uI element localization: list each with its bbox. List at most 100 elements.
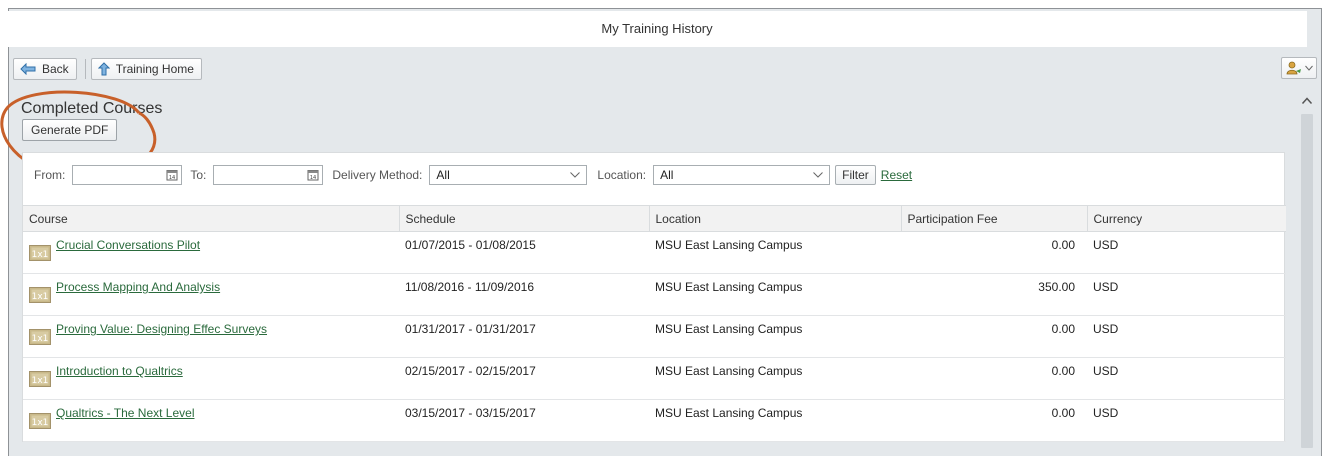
delivery-method-value: All	[436, 168, 450, 182]
course-1x1-icon: 1x1	[29, 413, 51, 429]
table-row: 1x1 Process Mapping And Analysis 11/08/201…	[23, 273, 1286, 316]
currency-text: USD	[1093, 406, 1119, 420]
back-arrow-icon	[20, 63, 36, 75]
filter-button[interactable]: Filter	[835, 165, 876, 185]
scrollbar-track[interactable]	[1301, 114, 1313, 448]
currency-cell: USD	[1087, 273, 1286, 316]
vertical-scrollbar[interactable]	[1298, 90, 1316, 448]
svg-text:1x1: 1x1	[32, 418, 49, 428]
schedule-cell: 11/08/2016 - 11/09/2016	[399, 273, 649, 316]
location-value: All	[660, 168, 674, 182]
section-title: Completed Courses	[21, 100, 163, 117]
svg-text:14: 14	[169, 175, 175, 181]
svg-text:14: 14	[310, 175, 316, 181]
fee-text: 0.00	[1051, 406, 1075, 420]
schedule-cell: 02/15/2017 - 02/15/2017	[399, 357, 649, 400]
from-date-input[interactable]: 14	[72, 165, 183, 185]
schedule-cell: 03/15/2017 - 03/15/2017	[399, 399, 649, 442]
back-button[interactable]: Back	[13, 58, 77, 80]
chevron-down-icon	[1304, 65, 1313, 71]
currency-text: USD	[1093, 238, 1119, 252]
fee-cell: 0.00	[901, 399, 1087, 442]
location-cell: MSU East Lansing Campus	[649, 357, 901, 400]
location-cell: MSU East Lansing Campus	[649, 273, 901, 316]
back-button-label: Back	[42, 62, 69, 76]
currency-text: USD	[1093, 322, 1119, 336]
fee-cell: 0.00	[901, 315, 1087, 358]
user-menu-button[interactable]	[1281, 57, 1317, 79]
toolbar-divider	[84, 59, 86, 79]
currency-cell: USD	[1087, 357, 1286, 400]
course-1x1-icon: 1x1	[29, 287, 51, 303]
currency-text: USD	[1093, 280, 1119, 294]
table-row: 1x1 Qualtrics - The Next Level 03/15/2017 …	[23, 399, 1286, 442]
location-cell: MSU East Lansing Campus	[649, 231, 901, 274]
calendar-icon: 14	[166, 170, 178, 181]
delivery-method-select[interactable]: All	[429, 165, 588, 185]
schedule-text: 03/15/2017 - 03/15/2017	[405, 406, 536, 420]
page-title: My Training History	[7, 11, 1307, 47]
reset-link[interactable]: Reset	[881, 168, 912, 182]
toolbar: Back Training Home	[13, 57, 202, 81]
course-link[interactable]: Process Mapping And Analysis	[56, 280, 220, 294]
currency-cell: USD	[1087, 231, 1286, 274]
location-text: MSU East Lansing Campus	[655, 364, 803, 378]
delivery-method-label: Delivery Method:	[332, 168, 423, 182]
location-cell: MSU East Lansing Campus	[649, 315, 901, 358]
schedule-cell: 01/31/2017 - 01/31/2017	[399, 315, 649, 358]
course-cell: 1x1 Qualtrics - The Next Level	[23, 399, 399, 442]
to-label: To:	[190, 168, 207, 182]
fee-cell: 0.00	[901, 357, 1087, 400]
chevron-down-icon	[813, 172, 823, 178]
course-1x1-icon: 1x1	[29, 371, 51, 387]
course-cell: 1x1 Process Mapping And Analysis	[23, 273, 399, 316]
svg-text:1x1: 1x1	[32, 334, 49, 344]
currency-cell: USD	[1087, 315, 1286, 358]
fee-cell: 0.00	[901, 231, 1087, 274]
currency-cell: USD	[1087, 399, 1286, 442]
courses-table: Course Schedule Location Participation F…	[23, 205, 1286, 442]
table-row: 1x1 Crucial Conversations Pilot 01/07/2015…	[23, 231, 1286, 274]
to-date-input[interactable]: 14	[213, 165, 324, 185]
course-1x1-icon: 1x1	[29, 245, 51, 261]
column-header-currency[interactable]: Currency	[1087, 205, 1286, 232]
course-cell: 1x1 Crucial Conversations Pilot	[23, 231, 399, 274]
location-text: MSU East Lansing Campus	[655, 280, 803, 294]
up-arrow-icon	[97, 62, 110, 76]
course-link[interactable]: Crucial Conversations Pilot	[56, 238, 200, 252]
chevron-up-icon[interactable]	[1301, 96, 1313, 106]
column-header-fee[interactable]: Participation Fee	[901, 205, 1088, 232]
fee-text: 0.00	[1051, 364, 1075, 378]
fee-text: 0.00	[1051, 238, 1075, 252]
course-link[interactable]: Proving Value: Designing Effec Surveys	[56, 322, 267, 336]
table-header-row: Course Schedule Location Participation F…	[23, 205, 1286, 232]
column-header-location[interactable]: Location	[649, 205, 902, 232]
location-select[interactable]: All	[653, 165, 831, 185]
schedule-text: 11/08/2016 - 11/09/2016	[405, 280, 534, 294]
svg-text:1x1: 1x1	[32, 250, 49, 260]
fee-cell: 350.00	[901, 273, 1087, 316]
table-row: 1x1 Proving Value: Designing Effec Survey…	[23, 315, 1286, 358]
table-row: 1x1 Introduction to Qualtrics 02/15/2017 -…	[23, 357, 1286, 400]
course-link[interactable]: Qualtrics - The Next Level	[56, 406, 195, 420]
location-text: MSU East Lansing Campus	[655, 406, 803, 420]
schedule-text: 02/15/2017 - 02/15/2017	[405, 364, 536, 378]
location-cell: MSU East Lansing Campus	[649, 399, 901, 442]
generate-pdf-button[interactable]: Generate PDF	[22, 119, 118, 141]
filter-bar: From: 14 To: 14 Delivery Method: All Loc…	[23, 163, 912, 187]
course-link[interactable]: Introduction to Qualtrics	[56, 364, 183, 378]
column-header-course[interactable]: Course	[23, 205, 400, 232]
currency-text: USD	[1093, 364, 1119, 378]
column-header-schedule[interactable]: Schedule	[399, 205, 650, 232]
course-cell: 1x1 Introduction to Qualtrics	[23, 357, 399, 400]
course-cell: 1x1 Proving Value: Designing Effec Survey…	[23, 315, 399, 358]
svg-text:1x1: 1x1	[32, 292, 49, 302]
courses-panel: From: 14 To: 14 Delivery Method: All Loc…	[22, 152, 1286, 442]
course-1x1-icon: 1x1	[29, 329, 51, 345]
training-home-label: Training Home	[115, 62, 194, 76]
location-label: Location:	[597, 168, 647, 182]
user-settings-icon	[1286, 61, 1301, 75]
schedule-text: 01/07/2015 - 01/08/2015	[405, 238, 536, 252]
svg-text:1x1: 1x1	[32, 376, 49, 386]
training-home-button[interactable]: Training Home	[90, 58, 202, 80]
